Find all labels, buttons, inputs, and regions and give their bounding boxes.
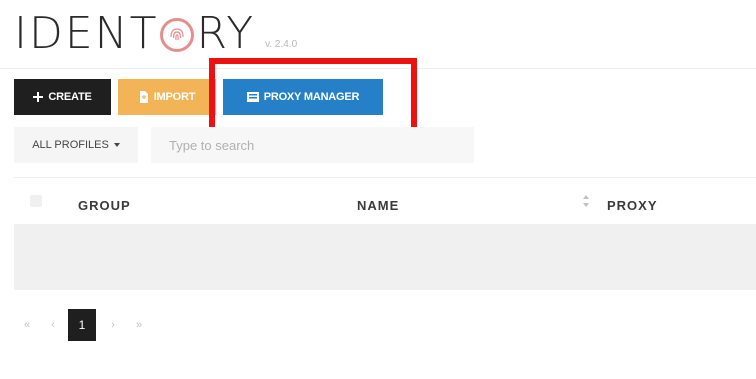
column-header-proxy[interactable]: PROXY xyxy=(607,198,658,213)
next-page-button[interactable]: › xyxy=(100,319,126,331)
plus-icon xyxy=(33,92,44,102)
column-header-name[interactable]: NAME xyxy=(357,198,399,213)
page-1-button[interactable]: 1 xyxy=(68,309,96,341)
fingerprint-icon xyxy=(160,18,195,52)
search-input[interactable] xyxy=(151,127,474,163)
logo-text: IDENT RY xyxy=(14,8,255,60)
import-button-label: IMPORT xyxy=(153,91,196,103)
logo: IDENT RY v. 2.4.0 xyxy=(14,8,297,60)
import-file-icon xyxy=(139,91,149,103)
table-header: GROUP NAME PROXY xyxy=(14,177,756,224)
caret-down-icon xyxy=(113,143,120,147)
sort-icon[interactable] xyxy=(582,194,590,208)
logo-suffix: RY xyxy=(196,8,256,59)
prev-page-button[interactable]: ‹ xyxy=(40,319,66,331)
column-header-group[interactable]: GROUP xyxy=(78,198,131,213)
select-all-checkbox[interactable] xyxy=(30,195,42,207)
version-label: v. 2.4.0 xyxy=(265,39,298,50)
create-button[interactable]: CREATE xyxy=(14,79,111,115)
profiles-filter-label: ALL PROFILES xyxy=(32,139,109,151)
create-button-label: CREATE xyxy=(48,91,92,103)
first-page-button[interactable]: « xyxy=(14,319,40,331)
logo-prefix: IDENT xyxy=(14,8,159,59)
profiles-filter-dropdown[interactable]: ALL PROFILES xyxy=(14,127,138,163)
table-body-empty xyxy=(14,224,756,290)
import-button[interactable]: IMPORT xyxy=(118,79,216,115)
pagination: « ‹ 1 › » xyxy=(14,309,152,341)
last-page-button[interactable]: » xyxy=(126,319,152,331)
